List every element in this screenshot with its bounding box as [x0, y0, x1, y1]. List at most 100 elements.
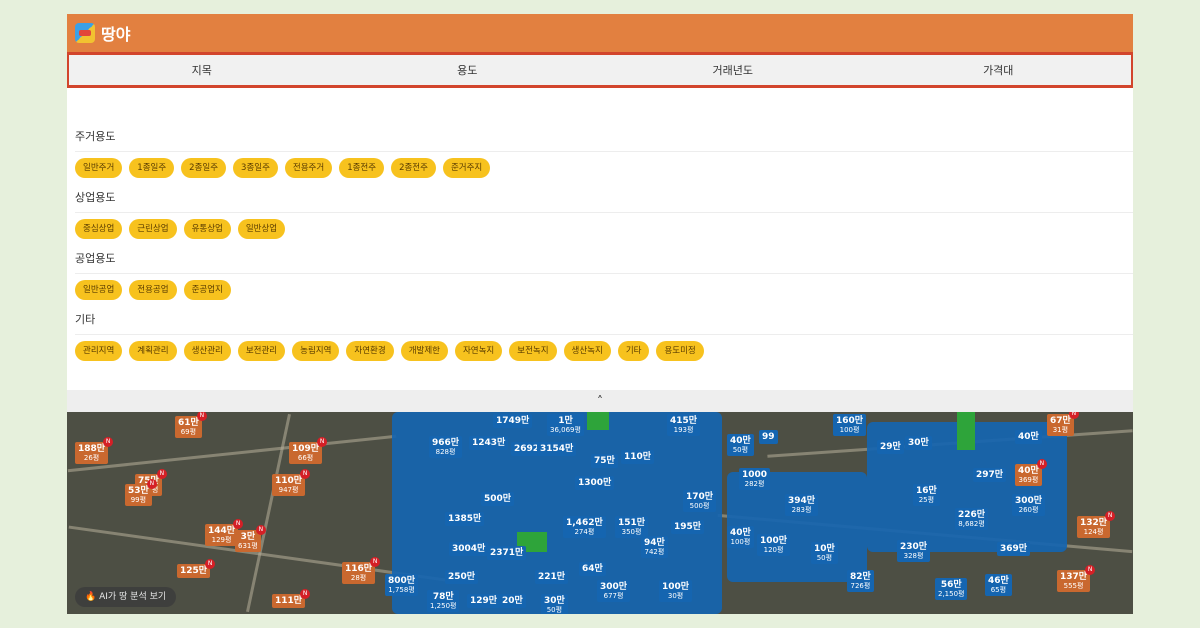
price-marker[interactable]: 10만 50평: [811, 542, 838, 565]
chip[interactable]: 자연녹지: [454, 341, 503, 361]
chip[interactable]: 생산녹지: [563, 341, 611, 361]
chip[interactable]: 준공업지: [183, 280, 231, 300]
price-marker[interactable]: 40만 100평: [727, 526, 754, 549]
chip[interactable]: 일반주거: [75, 158, 123, 178]
price-marker-value: 61만: [178, 418, 199, 428]
price-marker[interactable]: 966만 828평: [429, 436, 463, 459]
price-marker[interactable]: 394만 283평: [785, 494, 819, 517]
price-marker-value: 230만: [900, 542, 928, 552]
tab-year[interactable]: 거래년도: [600, 55, 866, 85]
price-marker[interactable]: 129만: [467, 594, 501, 609]
price-marker[interactable]: 1243만: [469, 436, 509, 451]
chip[interactable]: 전용주거: [284, 158, 333, 178]
chip[interactable]: 농림지역: [292, 341, 340, 361]
price-marker[interactable]: 16만 25평: [913, 484, 940, 507]
price-marker[interactable]: 61만 69평 N: [175, 412, 207, 439]
chip[interactable]: 개발제한: [400, 341, 448, 361]
price-marker[interactable]: 1385만: [445, 512, 485, 527]
price-marker[interactable]: 221만: [535, 570, 569, 585]
chip[interactable]: 준거주지: [442, 158, 491, 178]
app-title[interactable]: 땅야: [101, 21, 130, 45]
price-marker[interactable]: 300만 260평: [1012, 494, 1046, 517]
price-marker[interactable]: 1749만: [493, 414, 533, 429]
chip[interactable]: 3종일주: [233, 158, 278, 178]
price-marker[interactable]: 369만: [997, 542, 1031, 557]
price-marker[interactable]: 100만 120평: [757, 534, 791, 557]
price-marker[interactable]: 40만 369평 N: [1015, 459, 1047, 487]
price-marker[interactable]: 125만 N: [177, 559, 216, 579]
price-marker[interactable]: 82만 726평: [847, 570, 874, 593]
price-marker[interactable]: 67만 31평 N: [1047, 412, 1079, 437]
chip[interactable]: 보전녹지: [509, 341, 557, 361]
price-marker[interactable]: 195만: [671, 520, 705, 535]
price-marker[interactable]: 3004만: [449, 542, 489, 557]
price-marker[interactable]: 250만: [445, 570, 479, 585]
price-marker[interactable]: 78만 1,250평: [427, 590, 460, 613]
price-marker[interactable]: 111만 N: [272, 589, 311, 609]
price-marker[interactable]: 40만 50평: [727, 434, 754, 457]
chip[interactable]: 일반공업: [75, 280, 123, 300]
collapse-panel-button[interactable]: ˄: [67, 390, 1133, 412]
price-marker[interactable]: 3만 631평 N: [235, 525, 266, 553]
price-marker[interactable]: 415만 193평: [667, 414, 701, 437]
price-marker[interactable]: 1300만: [575, 476, 615, 491]
chip[interactable]: 용도미정: [656, 341, 704, 361]
price-marker[interactable]: 144만 129평 N: [205, 519, 244, 547]
price-marker[interactable]: 300만 677평: [597, 580, 631, 603]
price-marker[interactable]: 100만 30평: [659, 580, 693, 603]
price-marker[interactable]: 230만 328평: [897, 540, 931, 563]
price-marker[interactable]: 29만: [877, 440, 904, 455]
price-marker[interactable]: 99: [759, 430, 778, 445]
price-marker[interactable]: 75만: [591, 454, 618, 469]
price-marker[interactable]: 56만 2,150평: [935, 578, 968, 601]
price-marker[interactable]: 160만 100평: [833, 414, 867, 437]
chip[interactable]: 생산관리: [183, 341, 231, 361]
price-marker[interactable]: 500만: [481, 492, 515, 507]
chip[interactable]: 계획관리: [129, 341, 177, 361]
chip[interactable]: 1종전주: [339, 158, 385, 178]
chip[interactable]: 2종전주: [391, 158, 436, 178]
price-marker[interactable]: 94만 742평: [641, 536, 668, 559]
price-marker[interactable]: 1000 282평: [739, 468, 771, 491]
price-marker-value: 82만: [850, 572, 871, 582]
price-marker[interactable]: 109만 66평 N: [289, 437, 328, 465]
price-marker[interactable]: 137만 555평 N: [1057, 565, 1096, 593]
price-marker[interactable]: 20만: [499, 594, 526, 609]
tab-price[interactable]: 가격대: [866, 55, 1132, 85]
tab-jimok[interactable]: 지목: [69, 55, 335, 85]
price-marker-area: 25평: [918, 496, 935, 505]
chip[interactable]: 중심상업: [75, 219, 123, 239]
price-marker[interactable]: 3154만: [537, 442, 577, 457]
price-marker[interactable]: 2371만: [487, 546, 527, 561]
price-marker[interactable]: 30만: [905, 436, 932, 451]
price-marker[interactable]: 46만 65평: [985, 574, 1012, 597]
price-marker[interactable]: 64만: [579, 562, 606, 577]
price-marker[interactable]: 188만 26평 N: [75, 437, 114, 465]
price-marker[interactable]: 110만 947평 N: [272, 469, 311, 497]
price-marker[interactable]: 1,462만 274평: [563, 516, 606, 539]
price-marker[interactable]: 132만 124평 N: [1077, 511, 1116, 539]
price-marker[interactable]: 800만 1,758평: [385, 574, 419, 597]
chip[interactable]: 관리지역: [75, 341, 123, 361]
price-marker[interactable]: 116만 28평 N: [342, 557, 381, 585]
chip[interactable]: 근린상업: [129, 219, 177, 239]
price-marker[interactable]: 1만 36,069평: [547, 414, 584, 437]
chip[interactable]: 기타: [617, 341, 650, 361]
price-marker[interactable]: 30만 50평: [541, 594, 568, 614]
chip[interactable]: 전용공업: [129, 280, 177, 300]
chip[interactable]: 보전관리: [237, 341, 286, 361]
price-marker[interactable]: 297만: [973, 468, 1007, 483]
price-marker[interactable]: 226만 8,682평: [955, 508, 989, 531]
price-marker[interactable]: 53만 99평 N: [125, 479, 157, 507]
tab-yongdo[interactable]: 용도: [335, 55, 601, 85]
chip[interactable]: 자연환경: [346, 341, 394, 361]
price-marker[interactable]: 40만: [1015, 430, 1042, 445]
chip[interactable]: 일반상업: [237, 219, 286, 239]
satellite-map[interactable]: 61만69평N188만26평N109만66평N75만207평N53만99평N11…: [67, 412, 1133, 614]
chip[interactable]: 1종일주: [129, 158, 175, 178]
price-marker[interactable]: 170만 500평: [683, 490, 717, 513]
chip[interactable]: 유통상업: [183, 219, 231, 239]
ai-analysis-button[interactable]: 🔥 AI가 땅 분석 보기: [75, 587, 177, 607]
price-marker[interactable]: 110만: [621, 450, 655, 465]
chip[interactable]: 2종일주: [181, 158, 227, 178]
